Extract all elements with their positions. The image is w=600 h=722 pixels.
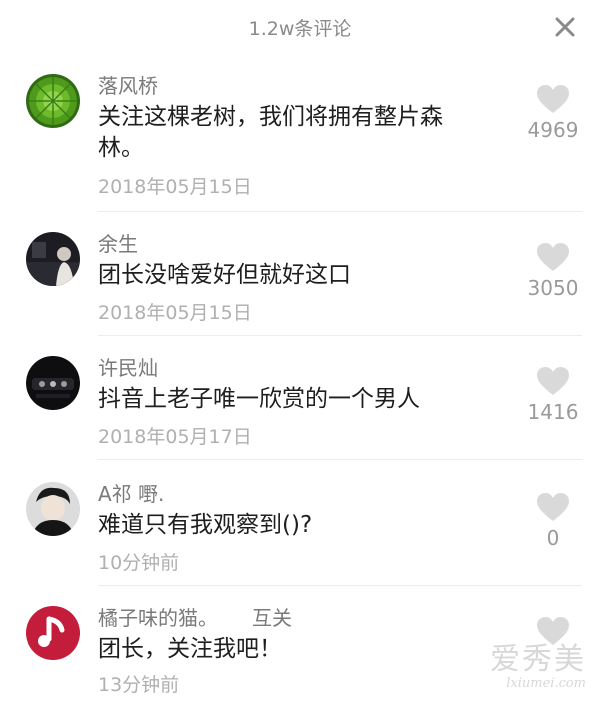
site-watermark: 爱秀美 lxiumei.com (490, 634, 586, 691)
like-button[interactable]: 4969 (518, 84, 588, 142)
comment-username[interactable]: A祁 嘢. (98, 478, 164, 507)
comment-username[interactable]: 余生 (98, 228, 138, 257)
comment-date: 13分钟前 (98, 674, 180, 696)
person-avatar-icon[interactable] (26, 482, 80, 536)
heart-icon (537, 493, 569, 521)
like-count: 3050 (527, 276, 579, 300)
close-icon (555, 17, 575, 37)
comment-text: 抖音上老子唯一欣赏的一个男人 (98, 386, 420, 412)
comment-date: 2018年05月15日 (98, 302, 252, 324)
divider (98, 211, 582, 212)
succulent-plant-avatar-icon[interactable] (26, 74, 80, 128)
like-count: 4969 (527, 118, 579, 142)
mutual-follow-tag: 互关 (252, 606, 292, 630)
watermark-url: lxiumei.com (506, 676, 586, 691)
heart-icon (537, 367, 569, 395)
heart-icon (537, 85, 569, 113)
heart-icon (537, 243, 569, 271)
divider (98, 335, 582, 336)
watermark-text: 爱秀美 (490, 642, 586, 677)
comment-date: 10分钟前 (98, 552, 180, 574)
comment-item: 落风桥 关注这棵老树，我们将拥有整片森林。 2018年05月15日 4969 (0, 66, 600, 212)
comment-item: 许民灿 抖音上老子唯一欣赏的一个男人 2018年05月17日 1416 (0, 348, 600, 472)
divider (98, 459, 582, 460)
comment-item: A祁 嘢. 难道只有我观察到()? 10分钟前 0 (0, 474, 600, 598)
like-count: 1416 (527, 400, 579, 424)
comment-text: 团长，关注我吧！ (98, 636, 282, 662)
comment-username[interactable]: 橘子味的猫。 互关 (98, 602, 292, 631)
comments-header: 1.2w条评论 (0, 0, 600, 56)
like-count: 0 (546, 526, 560, 550)
comment-date: 2018年05月17日 (98, 426, 252, 448)
comment-text: 团长没啥爱好但就好这口 (98, 262, 351, 288)
like-button[interactable]: 0 (518, 492, 588, 550)
comment-username[interactable]: 许民灿 (98, 352, 158, 381)
divider (98, 585, 582, 586)
car-interior-avatar-icon[interactable] (26, 356, 80, 410)
comment-text: 难道只有我观察到()? (98, 512, 313, 538)
music-note-avatar-icon[interactable] (26, 606, 80, 660)
comment-date: 2018年05月15日 (98, 176, 252, 198)
close-button[interactable] (550, 12, 580, 42)
like-button[interactable]: 3050 (518, 242, 588, 300)
comment-text: 关注这棵老树，我们将拥有整片森林。 (98, 104, 443, 161)
comment-count-title: 1.2w条评论 (248, 18, 352, 40)
username-text: 橘子味的猫。 (98, 606, 218, 630)
comment-item: 余生 团长没啥爱好但就好这口 2018年05月15日 3050 (0, 224, 600, 348)
person-avatar-icon[interactable] (26, 232, 80, 286)
like-button[interactable]: 1416 (518, 366, 588, 424)
comment-username[interactable]: 落风桥 (98, 70, 158, 99)
